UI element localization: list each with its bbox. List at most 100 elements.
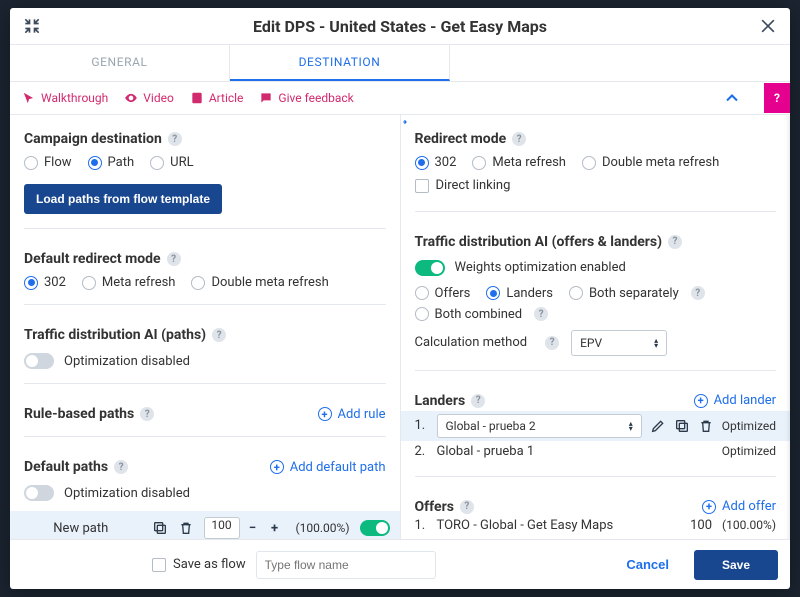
- radio-meta-refresh-r[interactable]: Meta refresh: [472, 155, 566, 170]
- save-button[interactable]: Save: [694, 550, 778, 580]
- help-walkthrough[interactable]: Walkthrough: [22, 91, 108, 105]
- radio-landers[interactable]: Landers: [486, 286, 553, 301]
- trash-icon[interactable]: [178, 520, 194, 536]
- radio-path[interactable]: Path: [88, 155, 135, 170]
- close-icon[interactable]: [758, 16, 778, 36]
- help-icon[interactable]: ?: [534, 307, 548, 321]
- weight-input[interactable]: 100: [204, 517, 240, 539]
- weight-control: 100 − +: [204, 517, 284, 539]
- help-icon[interactable]: ?: [545, 336, 559, 350]
- plus-icon: +: [694, 394, 708, 408]
- help-icon[interactable]: ?: [114, 460, 128, 474]
- tdai-paths-title: Traffic distribution AI (paths): [24, 327, 206, 343]
- help-icon[interactable]: ?: [471, 394, 485, 408]
- radio-double-meta-refresh[interactable]: Double meta refresh: [191, 275, 328, 290]
- offer-name: TORO - Global - Get Easy Maps: [437, 518, 683, 533]
- lander-status: Optimized: [722, 419, 776, 433]
- help-icon[interactable]: ?: [512, 132, 526, 146]
- help-video[interactable]: Video: [124, 91, 174, 105]
- radio-meta-refresh[interactable]: Meta refresh: [82, 275, 176, 290]
- tdai-ol-toggle-label: Weights optimization enabled: [455, 260, 626, 275]
- tdai-ol-toggle[interactable]: [415, 260, 445, 276]
- plus-icon: +: [702, 500, 716, 514]
- path-enabled-toggle[interactable]: [360, 520, 390, 536]
- offer-weight: 100: [690, 518, 712, 533]
- edit-icon[interactable]: [650, 418, 666, 434]
- copy-icon[interactable]: [674, 418, 690, 434]
- weight-minus[interactable]: −: [244, 517, 262, 539]
- default-paths-opt-toggle[interactable]: [24, 485, 54, 501]
- flow-name-input[interactable]: [256, 551, 436, 579]
- path-name: New path: [20, 521, 142, 536]
- trash-icon[interactable]: [698, 418, 714, 434]
- help-icon[interactable]: ?: [212, 328, 226, 342]
- help-feedback[interactable]: Give feedback: [259, 91, 353, 105]
- radio-offers[interactable]: Offers: [415, 286, 471, 301]
- tdai-paths-toggle-label: Optimization disabled: [64, 354, 190, 369]
- article-icon: [190, 91, 204, 105]
- help-walkthrough-label: Walkthrough: [41, 91, 108, 105]
- add-offer-button[interactable]: +Add offer: [702, 499, 776, 514]
- help-icon[interactable]: ?: [167, 252, 181, 266]
- help-icon[interactable]: ?: [140, 407, 154, 421]
- radio-double-meta-refresh-r[interactable]: Double meta refresh: [582, 155, 719, 170]
- lander-select[interactable]: Global - prueba 2 ▴▾: [437, 414, 642, 438]
- tdai-ol-title: Traffic distribution AI (offers & lander…: [415, 234, 663, 250]
- weight-plus[interactable]: +: [266, 517, 284, 539]
- help-feedback-label: Give feedback: [278, 91, 353, 105]
- radio-flow[interactable]: Flow: [24, 155, 72, 170]
- plus-icon: +: [318, 407, 332, 421]
- resize-handle-icon[interactable]: [401, 115, 409, 129]
- campaign-destination-radios: Flow Path URL: [24, 155, 386, 170]
- radio-both-combined[interactable]: Both combined?: [415, 307, 549, 322]
- eye-icon: [124, 91, 138, 105]
- chat-icon: [259, 91, 273, 105]
- help-icon[interactable]: ?: [691, 286, 705, 300]
- tab-general[interactable]: GENERAL: [10, 45, 230, 81]
- lander-row[interactable]: 1. Global - prueba 2 ▴▾ Optimized: [401, 411, 791, 441]
- help-icon[interactable]: ?: [460, 500, 474, 514]
- modal-title: Edit DPS - United States - Get Easy Maps: [42, 17, 758, 36]
- campaign-destination-header: Campaign destination ?: [24, 131, 386, 147]
- default-paths-opt-label: Optimization disabled: [64, 486, 190, 501]
- offer-row[interactable]: 1. TORO - Global - Get Easy Maps 100 (10…: [415, 515, 777, 536]
- left-pane: Campaign destination ? Flow Path URL Loa…: [10, 115, 401, 539]
- tdai-paths-toggle[interactable]: [24, 353, 54, 369]
- help-article[interactable]: Article: [190, 91, 244, 105]
- path-row[interactable]: New path 100 − + (100.00%): [10, 511, 400, 539]
- landers-title: Landers: [415, 393, 466, 409]
- right-pane: Redirect mode? 302 Meta refresh Double m…: [401, 115, 791, 539]
- calc-method-select[interactable]: EPV ▴▾: [571, 330, 667, 356]
- add-default-path-button[interactable]: +Add default path: [270, 460, 386, 475]
- tab-destination[interactable]: DESTINATION: [230, 45, 450, 81]
- add-lander-button[interactable]: +Add lander: [694, 393, 776, 408]
- plus-icon: +: [270, 460, 284, 474]
- help-icon[interactable]: ?: [168, 132, 182, 146]
- add-rule-button[interactable]: +Add rule: [318, 407, 386, 422]
- select-arrows-icon: ▴▾: [629, 421, 633, 431]
- cancel-button[interactable]: Cancel: [611, 548, 684, 581]
- help-bar: Walkthrough Video Article Give feedback …: [10, 82, 790, 115]
- default-redirect-title: Default redirect mode: [24, 251, 161, 267]
- load-paths-button[interactable]: Load paths from flow template: [24, 184, 222, 214]
- save-as-flow-checkbox[interactable]: Save as flow: [152, 557, 246, 572]
- lander-name: Global - prueba 1: [437, 444, 714, 459]
- help-icon[interactable]: ?: [668, 235, 682, 249]
- radio-302[interactable]: 302: [24, 275, 66, 290]
- collapse-icon[interactable]: [22, 16, 42, 36]
- radio-url[interactable]: URL: [150, 155, 193, 170]
- calc-label: Calculation method: [415, 335, 528, 350]
- select-arrows-icon: ▴▾: [654, 338, 658, 348]
- campaign-destination-title: Campaign destination: [24, 131, 162, 147]
- offer-pct: (100.00%): [722, 518, 776, 532]
- weight-pct: (100.00%): [296, 521, 350, 535]
- copy-icon[interactable]: [152, 520, 168, 536]
- lander-row[interactable]: 2. Global - prueba 1 Optimized: [415, 441, 777, 462]
- redirect-mode-title: Redirect mode: [415, 131, 507, 147]
- help-badge[interactable]: ?: [764, 83, 790, 113]
- offers-title: Offers: [415, 499, 454, 515]
- collapse-helpbar-icon[interactable]: [722, 88, 742, 108]
- direct-linking-checkbox[interactable]: Direct linking: [415, 178, 511, 193]
- radio-both-separately[interactable]: Both separately?: [569, 286, 705, 301]
- radio-302-r[interactable]: 302: [415, 155, 457, 170]
